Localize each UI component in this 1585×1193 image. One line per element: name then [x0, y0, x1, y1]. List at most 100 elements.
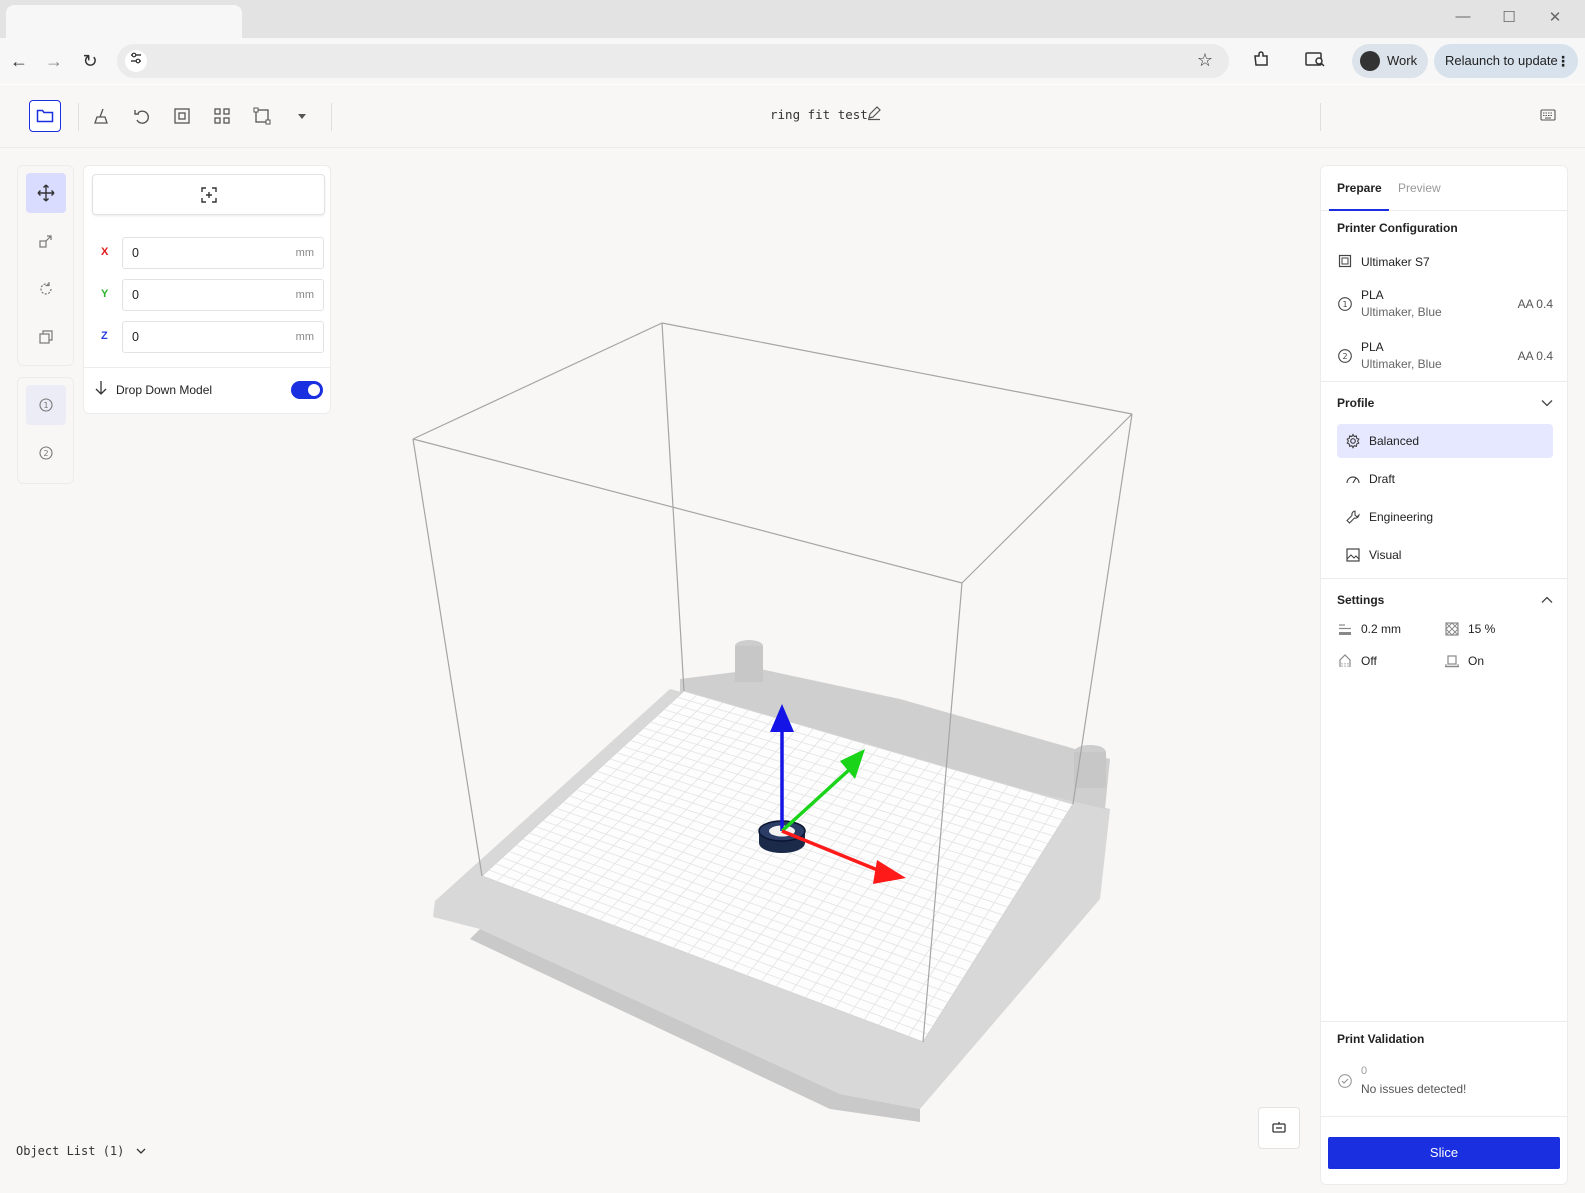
- fit-to-plate-button[interactable]: [172, 106, 192, 126]
- minimize-button[interactable]: —: [1448, 8, 1478, 25]
- extruder-2-icon: 2: [1338, 349, 1352, 363]
- clear-build-plate-button[interactable]: [92, 106, 112, 126]
- printer-icon: [1338, 254, 1352, 268]
- unit-label: mm: [295, 247, 314, 259]
- address-bar[interactable]: ☆: [117, 44, 1229, 78]
- tab-preview[interactable]: Preview: [1398, 181, 1441, 195]
- keyboard-icon: [1540, 109, 1556, 121]
- relaunch-button[interactable]: Relaunch to update ⋮: [1434, 44, 1578, 78]
- extruder-1-core: AA 0.4: [1517, 297, 1553, 311]
- profile-option-draft[interactable]: Draft: [1337, 462, 1553, 496]
- tab-prepare[interactable]: Prepare: [1337, 181, 1382, 195]
- profile-option-visual[interactable]: Visual: [1337, 538, 1553, 572]
- extruder-1-button[interactable]: 1: [26, 385, 66, 425]
- app: ring fit test 1 2 X 0 mm Y 0 mm Z 0 mm D…: [0, 85, 1585, 1193]
- divider: [84, 367, 330, 368]
- support-value: Off: [1361, 654, 1377, 668]
- mirror-icon: [39, 330, 53, 344]
- printer-selector[interactable]: Ultimaker S7: [1337, 253, 1553, 273]
- more-tools-dropdown[interactable]: [292, 106, 312, 126]
- profile-option-engineering[interactable]: Engineering: [1337, 500, 1553, 534]
- move-tool-button[interactable]: [26, 173, 66, 213]
- broom-icon: [94, 108, 108, 124]
- drop-down-model-toggle[interactable]: [291, 381, 323, 399]
- rotate-tool-button[interactable]: [26, 269, 66, 309]
- divider: [78, 103, 79, 131]
- extruder-tool-rail: 1 2: [17, 377, 74, 484]
- undo-button[interactable]: [132, 106, 152, 126]
- browser-toolbar: ← → ↻ ☆ Work Relaunch to update ⋮: [0, 38, 1585, 84]
- caret-down-icon: [298, 114, 306, 119]
- bookmark-star-icon[interactable]: ☆: [1197, 50, 1213, 71]
- back-button[interactable]: ←: [6, 48, 32, 74]
- scale-tool-button[interactable]: [26, 221, 66, 261]
- tab-search-icon[interactable]: [1305, 50, 1325, 73]
- print-validation-title: Print Validation: [1337, 1032, 1425, 1046]
- center-target-icon: [200, 186, 217, 203]
- move-tool-panel: X 0 mm Y 0 mm Z 0 mm Drop Down Model: [83, 165, 331, 414]
- extensions-icon[interactable]: [1252, 50, 1270, 73]
- x-coordinate-row: X 0 mm: [92, 237, 325, 269]
- profile-label: Visual: [1369, 548, 1402, 562]
- close-window-button[interactable]: ✕: [1540, 8, 1570, 26]
- 3d-viewport[interactable]: [340, 149, 1315, 1193]
- browser-tab[interactable]: [6, 5, 242, 39]
- open-file-button[interactable]: [29, 100, 61, 132]
- object-list-toggle[interactable]: Object List (1): [16, 1144, 146, 1158]
- check-circle-icon: [1338, 1074, 1352, 1088]
- slice-button[interactable]: Slice: [1328, 1137, 1560, 1169]
- gear-icon: [1346, 433, 1360, 449]
- maximize-button[interactable]: ☐: [1494, 8, 1524, 26]
- camera-view-button[interactable]: [1258, 1107, 1300, 1149]
- avatar: [1360, 51, 1380, 71]
- keyboard-shortcuts-button[interactable]: [1540, 108, 1556, 126]
- extruder-1-brand: Ultimaker, Blue: [1361, 305, 1442, 319]
- center-model-button[interactable]: [92, 174, 325, 215]
- y-axis-label: Y: [101, 288, 109, 300]
- profile-button[interactable]: Work: [1352, 44, 1428, 78]
- z-coordinate-row: Z 0 mm: [92, 321, 325, 353]
- extruder-2-config[interactable]: 2 PLA Ultimaker, Blue AA 0.4: [1337, 338, 1553, 374]
- divider: [1321, 1116, 1567, 1117]
- layer-height-icon: [1339, 624, 1351, 635]
- profile-option-balanced[interactable]: Balanced: [1337, 424, 1553, 458]
- z-position-input[interactable]: 0 mm: [122, 321, 324, 353]
- printer-name: Ultimaker S7: [1361, 255, 1430, 269]
- infill-value: 15 %: [1468, 622, 1496, 636]
- mirror-tool-button[interactable]: [26, 317, 66, 357]
- profile-label: Engineering: [1369, 510, 1434, 524]
- chevron-up-icon[interactable]: [1541, 596, 1553, 604]
- y-position-value: 0: [132, 288, 139, 302]
- object-list-label: Object List (1): [16, 1144, 125, 1158]
- select-all-button[interactable]: [252, 106, 272, 126]
- extruder-1-material: PLA: [1361, 288, 1384, 302]
- project-title[interactable]: ring fit test: [770, 107, 868, 122]
- extruder-1-config[interactable]: 1 PLA Ultimaker, Blue AA 0.4: [1337, 286, 1553, 322]
- svg-text:2: 2: [43, 449, 48, 458]
- forward-button[interactable]: →: [41, 48, 67, 74]
- grid-icon: [214, 108, 230, 124]
- undo-icon: [134, 110, 149, 124]
- arrange-button[interactable]: [212, 106, 232, 126]
- divider: [1320, 103, 1321, 131]
- y-position-input[interactable]: 0 mm: [122, 279, 324, 311]
- chevron-down-icon: [136, 1148, 146, 1154]
- extruder-2-button[interactable]: 2: [26, 433, 66, 473]
- relaunch-label: Relaunch to update: [1445, 53, 1558, 68]
- unit-label: mm: [295, 331, 314, 343]
- divider: [1321, 1021, 1567, 1022]
- x-position-input[interactable]: 0 mm: [122, 237, 324, 269]
- chevron-down-icon[interactable]: [1541, 399, 1553, 407]
- extruder-1-icon: 1: [39, 398, 53, 412]
- site-settings-icon[interactable]: [125, 50, 147, 72]
- speedometer-icon: [1346, 476, 1360, 484]
- svg-text:1: 1: [43, 401, 48, 410]
- support-icon: [1339, 654, 1351, 667]
- pencil-icon: [868, 106, 881, 121]
- edit-title-button[interactable]: [866, 105, 882, 126]
- unit-label: mm: [295, 289, 314, 301]
- more-menu-icon[interactable]: ⋮: [1556, 44, 1570, 78]
- select-frame-icon: [253, 107, 271, 125]
- svg-text:1: 1: [1342, 300, 1347, 309]
- reload-button[interactable]: ↻: [77, 48, 103, 74]
